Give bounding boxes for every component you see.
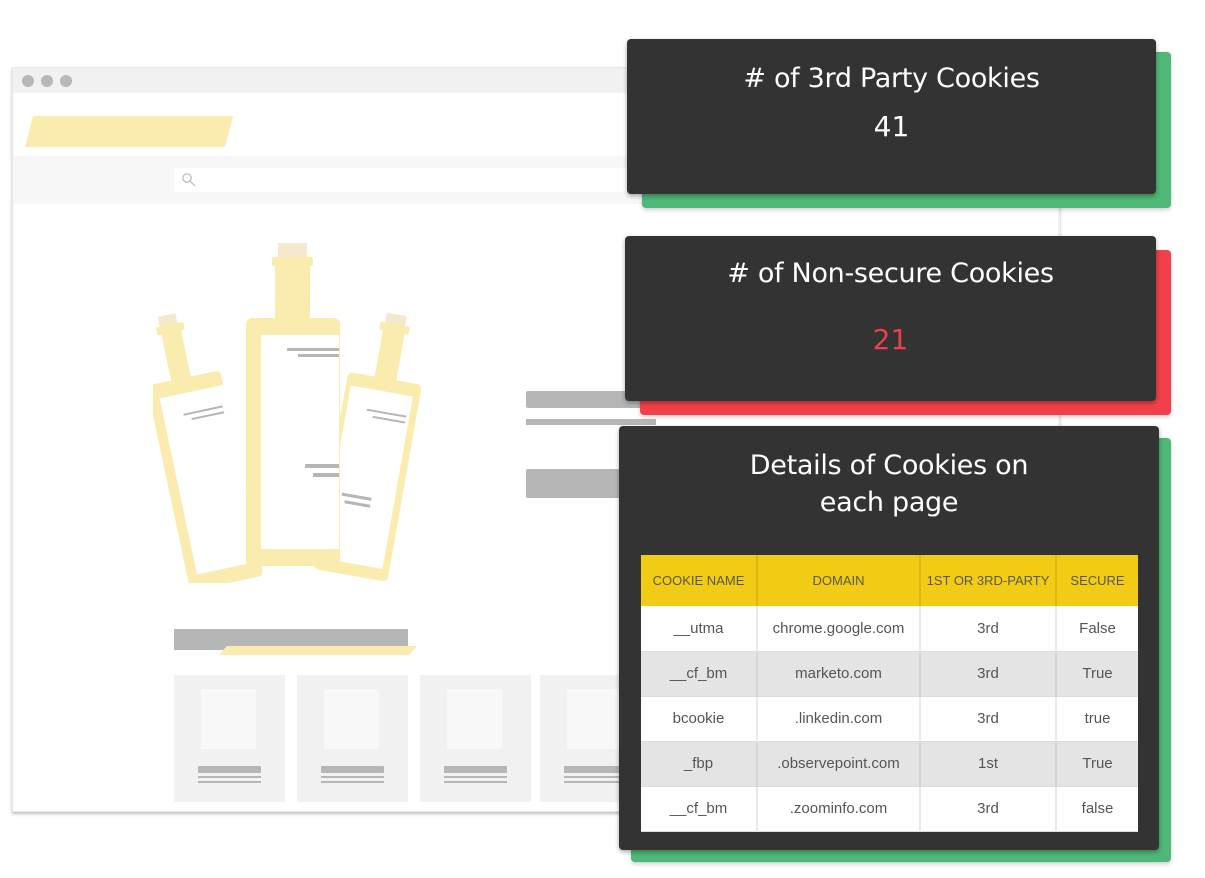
cookie-details-card: Details of Cookies on each page Cookie N… bbox=[619, 426, 1159, 850]
non-secure-cookies-title: # of Non-secure Cookies bbox=[727, 258, 1054, 289]
column-header-secure[interactable]: Secure bbox=[1056, 555, 1138, 606]
non-secure-cookies-count: 21 bbox=[872, 323, 909, 356]
cell-domain: marketo.com bbox=[757, 651, 921, 697]
third-party-cookies-title: # of 3rd Party Cookies bbox=[743, 63, 1040, 94]
third-party-cookies-card: # of 3rd Party Cookies 41 bbox=[627, 39, 1156, 194]
cell-domain: chrome.google.com bbox=[757, 606, 921, 652]
non-secure-cookies-card: # of Non-secure Cookies 21 bbox=[625, 236, 1156, 401]
column-header-cookie-name[interactable]: Cookie Name bbox=[641, 555, 758, 606]
cell-domain: .linkedin.com bbox=[757, 696, 921, 742]
cell-domain: .zoominfo.com bbox=[757, 786, 921, 832]
logo-placeholder bbox=[24, 116, 234, 147]
product-card[interactable] bbox=[174, 675, 285, 802]
cell-cookie-name: _fbp bbox=[641, 741, 758, 787]
cell-party: 1st bbox=[920, 741, 1057, 787]
cookie-details-title-line1: Details of Cookies on bbox=[749, 450, 1029, 481]
section-heading-accent bbox=[219, 646, 417, 655]
window-dot-close-icon bbox=[22, 75, 34, 87]
product-card[interactable] bbox=[297, 675, 408, 802]
window-dot-minimize-icon bbox=[41, 75, 53, 87]
column-header-domain[interactable]: Domain bbox=[757, 555, 921, 606]
cell-party: 3rd bbox=[920, 651, 1057, 697]
product-subtitle-placeholder bbox=[526, 419, 656, 425]
table-row[interactable]: __utma chrome.google.com 3rd False bbox=[641, 606, 1138, 652]
cookie-details-title-line2: each page bbox=[819, 487, 959, 518]
table-header-row: Cookie Name Domain 1st or 3rd-Party Secu… bbox=[641, 555, 1138, 606]
search-icon bbox=[182, 173, 196, 187]
column-header-party[interactable]: 1st or 3rd-Party bbox=[920, 555, 1057, 606]
bottle-center bbox=[246, 243, 340, 566]
cell-secure: false bbox=[1056, 786, 1138, 832]
cell-cookie-name: __cf_bm bbox=[641, 651, 758, 697]
bottles-illustration bbox=[153, 243, 422, 583]
table-row[interactable]: bcookie .linkedin.com 3rd true bbox=[641, 696, 1138, 742]
cell-cookie-name: __cf_bm bbox=[641, 786, 758, 832]
cell-party: 3rd bbox=[920, 606, 1057, 652]
cell-cookie-name: bcookie bbox=[641, 696, 758, 742]
cookie-details-table: Cookie Name Domain 1st or 3rd-Party Secu… bbox=[641, 555, 1138, 832]
table-row[interactable]: __cf_bm .zoominfo.com 3rd false bbox=[641, 786, 1138, 832]
cell-secure: False bbox=[1056, 606, 1138, 652]
cell-secure: True bbox=[1056, 741, 1138, 787]
cell-party: 3rd bbox=[920, 696, 1057, 742]
cell-secure: true bbox=[1056, 696, 1138, 742]
cell-party: 3rd bbox=[920, 786, 1057, 832]
table-row[interactable]: _fbp .observepoint.com 1st True bbox=[641, 741, 1138, 787]
cell-cookie-name: __utma bbox=[641, 606, 758, 652]
third-party-cookies-count: 41 bbox=[873, 110, 910, 143]
search-input[interactable] bbox=[174, 168, 634, 192]
cell-secure: True bbox=[1056, 651, 1138, 697]
window-dot-maximize-icon bbox=[60, 75, 72, 87]
cell-domain: .observepoint.com bbox=[757, 741, 921, 787]
product-card[interactable] bbox=[420, 675, 531, 802]
table-row[interactable]: __cf_bm marketo.com 3rd True bbox=[641, 651, 1138, 697]
